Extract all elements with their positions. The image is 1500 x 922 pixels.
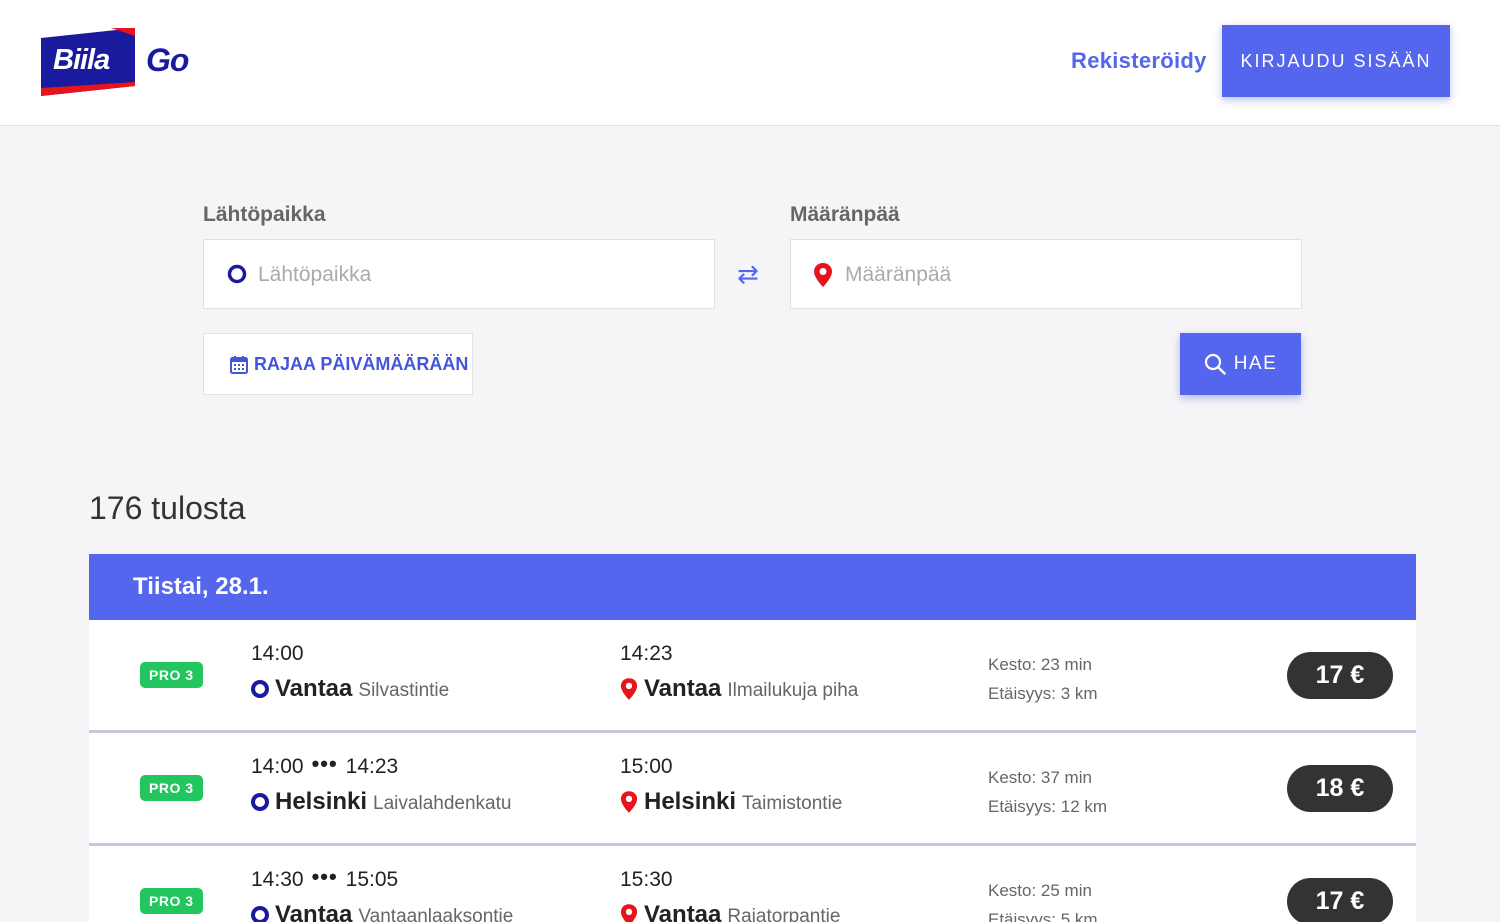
trip-duration: Kesto: 25 min bbox=[988, 881, 1092, 900]
trip-row[interactable]: PRO 3 14:00 Vantaa Silvastintie 14:23 Va… bbox=[89, 620, 1416, 733]
trip-duration: Kesto: 23 min bbox=[988, 655, 1092, 674]
pro-badge: PRO 3 bbox=[140, 888, 203, 914]
arrival-time: 14:23 bbox=[620, 642, 673, 665]
destination-pin-icon bbox=[620, 678, 638, 700]
pro-badge: PRO 3 bbox=[140, 662, 203, 688]
arrival-place: Vantaa Ilmailukuja piha bbox=[620, 675, 858, 703]
price-badge[interactable]: 17 € bbox=[1287, 878, 1393, 922]
search-button-label: HAE bbox=[1233, 353, 1278, 374]
arrival-time: 15:30 bbox=[620, 868, 673, 891]
swap-icon[interactable]: ⇄ bbox=[737, 259, 759, 290]
arrival-street: Taimistontie bbox=[742, 793, 843, 814]
to-input[interactable] bbox=[845, 260, 1275, 290]
trip-distance: Etäisyys: 5 km bbox=[988, 910, 1098, 922]
time-range-dots-icon: ••• bbox=[311, 751, 338, 776]
origin-circle-icon bbox=[251, 680, 269, 698]
departure-city: Helsinki bbox=[275, 788, 368, 815]
top-header: Biila Go Rekisteröidy KIRJAUDU SISÄÄN bbox=[0, 0, 1500, 126]
register-link[interactable]: Rekisteröidy bbox=[1071, 48, 1207, 74]
date-filter-label: RAJAA PÄIVÄMÄÄRÄÄN bbox=[254, 353, 469, 374]
arrival-city: Vantaa bbox=[644, 675, 722, 702]
departure-place: Vantaa Vantaanlaaksontie bbox=[251, 901, 513, 922]
destination-pin-icon bbox=[620, 904, 638, 922]
results-list: Tiistai, 28.1. PRO 3 14:00 Vantaa Silvas… bbox=[89, 554, 1416, 922]
arrival-city: Helsinki bbox=[644, 788, 737, 815]
price-badge[interactable]: 18 € bbox=[1287, 765, 1393, 812]
arrival-street: Ilmailukuja piha bbox=[727, 680, 859, 701]
trip-meta: Kesto: 37 min Etäisyys: 12 km bbox=[988, 763, 1107, 821]
departure-city: Vantaa bbox=[275, 675, 353, 702]
departure-place: Helsinki Laivalahdenkatu bbox=[251, 788, 511, 816]
trip-duration: Kesto: 37 min bbox=[988, 768, 1092, 787]
departure-place: Vantaa Silvastintie bbox=[251, 675, 449, 703]
price-badge[interactable]: 17 € bbox=[1287, 652, 1393, 699]
date-filter-button[interactable]: RAJAA PÄIVÄMÄÄRÄÄN bbox=[203, 333, 473, 395]
from-field[interactable] bbox=[203, 239, 715, 309]
departure-city: Vantaa bbox=[275, 901, 353, 922]
departure-time: 14:00 ••• 14:23 bbox=[251, 751, 399, 779]
trip-row[interactable]: PRO 3 14:00 ••• 14:23 Helsinki Laivalahd… bbox=[89, 733, 1416, 846]
trip-distance: Etäisyys: 12 km bbox=[988, 797, 1108, 816]
arrival-street: Rajatorpantie bbox=[727, 906, 841, 922]
arrival-time: 15:00 bbox=[620, 755, 673, 778]
arrival-city: Vantaa bbox=[644, 901, 722, 922]
logo-suffix: Go bbox=[146, 42, 189, 78]
departure-time: 14:00 bbox=[251, 642, 304, 665]
search-button[interactable]: HAE bbox=[1180, 333, 1301, 395]
trip-row[interactable]: PRO 3 14:30 ••• 15:05 Vantaa Vantaanlaak… bbox=[89, 846, 1416, 922]
trip-meta: Kesto: 23 min Etäisyys: 3 km bbox=[988, 650, 1098, 708]
logo-text: Biila bbox=[53, 44, 110, 76]
trip-meta: Kesto: 25 min Etäisyys: 5 km bbox=[988, 876, 1098, 922]
destination-pin-icon bbox=[813, 262, 833, 293]
to-field[interactable] bbox=[790, 239, 1302, 309]
departure-street: Vantaanlaaksontie bbox=[358, 906, 514, 922]
departure-street: Silvastintie bbox=[358, 680, 450, 701]
day-header: Tiistai, 28.1. bbox=[89, 554, 1416, 620]
calendar-icon bbox=[230, 355, 248, 374]
biila-go-logo[interactable]: Biila Go bbox=[41, 28, 191, 96]
origin-circle-icon bbox=[227, 264, 247, 289]
search-icon bbox=[1204, 353, 1226, 375]
result-count: 176 tulosta bbox=[89, 490, 246, 526]
origin-circle-icon bbox=[251, 793, 269, 811]
from-label: Lähtöpaikka bbox=[203, 203, 326, 226]
login-button[interactable]: KIRJAUDU SISÄÄN bbox=[1222, 25, 1450, 97]
destination-pin-icon bbox=[620, 791, 638, 813]
origin-circle-icon bbox=[251, 906, 269, 922]
pro-badge: PRO 3 bbox=[140, 775, 203, 801]
to-label: Määränpää bbox=[790, 203, 900, 226]
trip-distance: Etäisyys: 3 km bbox=[988, 684, 1098, 703]
departure-time: 14:30 ••• 15:05 bbox=[251, 864, 399, 892]
from-input[interactable] bbox=[258, 260, 688, 290]
time-range-dots-icon: ••• bbox=[311, 864, 338, 889]
departure-street: Laivalahdenkatu bbox=[373, 793, 512, 814]
arrival-place: Vantaa Rajatorpantie bbox=[620, 901, 840, 922]
arrival-place: Helsinki Taimistontie bbox=[620, 788, 842, 816]
